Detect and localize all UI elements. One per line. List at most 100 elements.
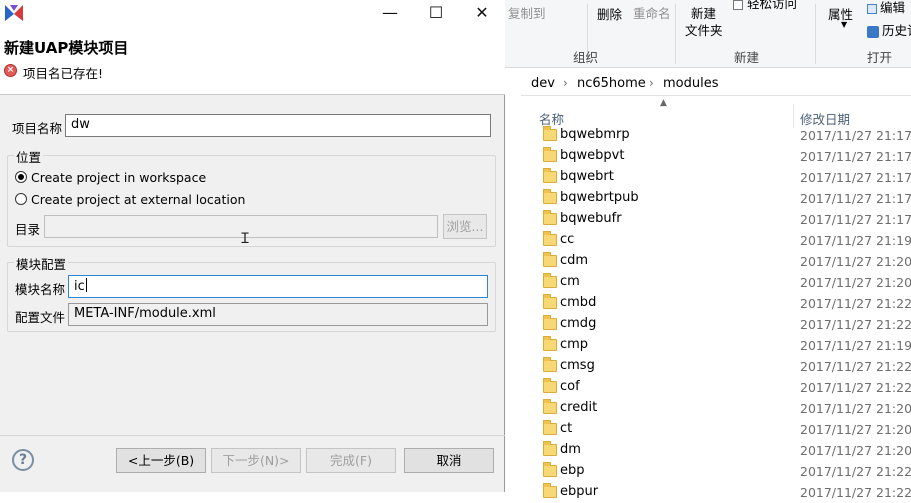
ribbon-history-label: 历史记 [882,23,911,38]
radio-create-in-workspace[interactable] [15,171,27,183]
ribbon-rename-button[interactable]: 重命名 [633,3,671,22]
radio-external-label[interactable]: Create project at external location [31,192,245,207]
chevron-right-icon[interactable]: › [563,76,568,90]
folder-icon [543,315,557,330]
file-name: bqwebrt [560,169,614,184]
dialog-header: 新建UAP模块项目 × 项目名已存在! [0,32,505,95]
file-name: bqwebrtpub [560,190,639,205]
ribbon-group-open: 打开 [867,50,893,65]
file-name: cof [560,379,580,394]
dialog-title: 新建UAP模块项目 [4,39,129,57]
file-row[interactable]: cmp 2017/11/27 21:19 [521,335,911,356]
file-row[interactable]: dm 2017/11/27 21:20 [521,440,911,461]
folder-icon [543,252,557,267]
chevron-down-icon: ▼ [841,20,848,29]
file-row[interactable]: cmbd 2017/11/27 21:22 [521,293,911,314]
folder-icon [543,378,557,393]
chevron-right-icon[interactable]: › [649,76,654,90]
folder-icon [543,462,557,477]
file-modified-date: 2017/11/27 21:17 [800,149,911,164]
ribbon-history-button[interactable]: 历史记 [867,20,911,39]
project-name-label: 项目名称 [12,121,63,136]
file-row[interactable]: cof 2017/11/27 21:22 [521,377,911,398]
file-row[interactable]: bqwebmrp 2017/11/27 21:17 [521,125,911,146]
edit-icon [867,3,877,14]
cancel-button[interactable]: 取消 [404,448,494,473]
module-name-label: 模块名称 [15,282,66,297]
folder-icon [543,210,557,225]
folder-icon [543,189,557,204]
file-row[interactable]: ct 2017/11/27 21:20 [521,419,911,440]
breadcrumb-item[interactable]: dev [531,76,555,91]
browse-button[interactable]: 浏览... [443,214,487,239]
maximize-button[interactable]: ☐ [413,0,459,28]
folder-icon [543,126,557,141]
file-row[interactable]: ebpur 2017/11/27 21:22 [521,482,911,503]
file-modified-date: 2017/11/27 21:19 [800,233,911,248]
file-modified-date: 2017/11/27 21:17 [800,170,911,185]
file-name: dm [560,442,581,457]
file-name: cmbd [560,295,597,310]
module-config-group-title: 模块配置 [14,254,69,273]
explorer-ribbon: 复制到 删除 重命名 新建 文件夹 轻松访问 属性 ▼ 编辑 历史记 组织 新建… [505,0,911,68]
app-logo-icon [5,5,23,21]
finish-button[interactable]: 完成(F) [306,448,396,473]
file-row[interactable]: cmsg 2017/11/27 21:22 [521,356,911,377]
file-modified-date: 2017/11/27 21:19 [800,338,911,353]
ribbon-edit-button[interactable]: 编辑 [867,0,905,16]
project-name-input[interactable]: dw [65,114,491,137]
file-row[interactable]: cdm 2017/11/27 21:20 [521,251,911,272]
folder-icon [543,420,557,435]
file-row[interactable]: bqwebrtpub 2017/11/27 21:17 [521,188,911,209]
history-icon [867,25,879,38]
ribbon-delete-button[interactable]: 删除 [597,4,622,23]
ribbon-separator [815,4,816,64]
error-message: 项目名已存在! [23,66,104,81]
file-row[interactable]: cmdg 2017/11/27 21:22 [521,314,911,335]
address-breadcrumb[interactable]: dev › nc65home › modules [521,72,911,96]
back-button[interactable]: <上一步(B) [116,448,206,473]
folder-icon [543,357,557,372]
folder-icon [543,231,557,246]
help-icon[interactable]: ? [12,449,34,471]
file-row[interactable]: cm 2017/11/27 21:20 [521,272,911,293]
file-row[interactable]: bqwebpvt 2017/11/27 21:17 [521,146,911,167]
file-modified-date: 2017/11/27 21:22 [800,359,911,374]
radio-workspace-label[interactable]: Create project in workspace [31,170,206,185]
config-file-input[interactable]: META-INF/module.xml [68,303,488,326]
ribbon-separator [675,4,676,64]
file-modified-date: 2017/11/27 21:22 [800,464,911,479]
folder-icon [543,273,557,288]
file-name: cdm [560,253,589,268]
file-name: cm [560,274,580,289]
dialog-titlebar[interactable]: — ☐ ✕ [0,0,505,32]
file-modified-date: 2017/11/27 21:20 [800,443,911,458]
file-name: cmp [560,337,589,352]
file-row[interactable]: cc 2017/11/27 21:19 [521,230,911,251]
config-file-label: 配置文件 [15,310,66,325]
breadcrumb-item[interactable]: modules [663,76,719,91]
module-name-value: ic [74,279,85,294]
ribbon-copy-to-button[interactable]: 复制到 [508,3,546,22]
minimize-button[interactable]: — [367,0,413,28]
ribbon-easy-access-button[interactable]: 轻松访问 [733,0,797,12]
file-row[interactable]: credit 2017/11/27 21:20 [521,398,911,419]
file-row[interactable]: bqwebrt 2017/11/27 21:17 [521,167,911,188]
file-modified-date: 2017/11/27 21:17 [800,128,911,143]
file-name: cmsg [560,358,595,373]
sort-ascending-icon: ▲ [660,98,667,108]
file-row[interactable]: ebp 2017/11/27 21:22 [521,461,911,482]
folder-icon [543,441,557,456]
module-name-input[interactable]: ic [68,275,488,298]
next-button[interactable]: 下一步(N)> [211,448,301,473]
radio-create-external[interactable] [15,193,27,205]
folder-icon [543,399,557,414]
close-button[interactable]: ✕ [459,0,505,28]
file-row[interactable]: bqwebufr 2017/11/27 21:17 [521,209,911,230]
ribbon-new-folder-line2[interactable]: 文件夹 [685,20,723,39]
folder-icon [543,147,557,162]
file-name: ct [560,421,573,436]
error-icon: × [4,64,17,77]
breadcrumb-item[interactable]: nc65home [577,76,646,91]
file-name: bqwebpvt [560,148,625,163]
